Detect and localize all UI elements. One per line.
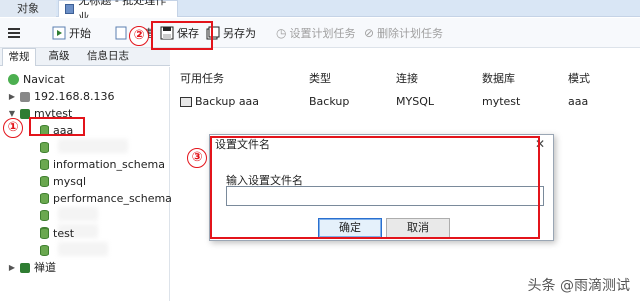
tab-log[interactable]: 信息日志 [82,48,134,66]
tree-db[interactable]: information_schema [40,156,165,173]
database-icon [40,228,49,239]
window-tab-strip: 对象 无标题 - 批处理作业 [0,0,640,24]
database-icon [40,139,49,156]
database-icon [40,193,49,204]
tree-connection-chandao[interactable]: ▶ 禅道 [8,259,56,276]
database-icon [40,159,49,170]
delete-schedule-label: 删除计划任务 [377,27,444,40]
blurred-item [58,207,98,221]
blurred-item [58,139,128,153]
annotation-box-save [151,21,213,50]
tree-db[interactable]: performance_schema [40,190,172,207]
col-header: 模式 [568,72,590,85]
row-task: Backup aaa [180,95,259,108]
annotation-marker-3: ③ [187,148,207,168]
set-schedule-label: 设置计划任务 [289,27,356,40]
tree-root-label: Navicat [23,73,65,86]
delete-schedule-button[interactable]: ⊘ 删除计划任务 [364,24,443,42]
start-label: 开始 [69,27,91,40]
navicat-icon [8,74,19,85]
row-database: mytest [482,95,521,108]
object-tree: Navicat ▶ 192.168.8.136 ▼ mytest aaa inf… [0,67,172,301]
database-icon [40,207,49,224]
start-icon [52,26,66,40]
new-icon [115,26,127,40]
chevron-right-icon: ▶ [8,92,16,101]
chevron-right-icon: ▶ [8,263,16,272]
tab-objects[interactable]: 对象 [0,0,56,17]
connection-icon [20,91,30,102]
toolbar: 开始 新建 保存 另存为 ◷ 设置计划任务 ⊘ 删除计划任务 [0,18,640,48]
watermark: 头条 @雨滴测试 [527,278,630,294]
tree-db[interactable]: mysql [40,173,86,190]
db-label: information_schema [53,158,165,171]
col-header: 可用任务 [180,72,224,85]
blurred-item [58,242,108,256]
row-type: Backup [309,95,350,108]
tab-batch-job[interactable]: 无标题 - 批处理作业 [58,0,178,24]
tab-advanced[interactable]: 高级 [44,48,74,66]
tab-general[interactable]: 常规 [2,48,36,66]
save-as-button[interactable]: 另存为 [206,24,256,42]
row-schema: aaa [568,95,589,108]
tree-db[interactable]: test [40,225,74,242]
connection-label: 禅道 [34,261,56,274]
annotation-box-dialog [210,136,540,239]
annotation-marker-1: ① [3,118,23,138]
sub-tabs: 常规 高级 信息日志 [0,48,170,66]
batch-job-icon [65,4,75,14]
col-header: 连接 [396,72,418,85]
connection-label: 192.168.8.136 [34,90,115,103]
db-label: test [53,227,75,240]
col-header: 数据库 [482,72,515,85]
row-connection: MYSQL [396,95,434,108]
connection-icon [20,262,30,273]
table-row[interactable]: Backup aaa Backup MYSQL mytest aaa [172,94,640,111]
backup-icon [180,96,192,107]
database-icon [40,242,49,259]
hamburger-icon[interactable] [8,24,20,42]
col-header: 类型 [309,72,331,85]
row-task-label: Backup aaa [195,95,260,108]
annotation-box-aaa [29,117,85,136]
start-button[interactable]: 开始 [52,24,91,42]
annotation-marker-2: ② [129,26,149,46]
save-as-label: 另存为 [223,27,256,40]
set-schedule-button[interactable]: ◷ 设置计划任务 [276,24,355,42]
delete-clock-icon: ⊘ [364,26,375,40]
db-label: mysql [53,175,86,188]
tree-root[interactable]: Navicat [8,71,65,88]
tree-connection[interactable]: ▶ 192.168.8.136 [8,88,115,105]
database-icon [40,176,49,187]
db-label: performance_schema [53,192,172,205]
clock-icon: ◷ [276,26,287,40]
